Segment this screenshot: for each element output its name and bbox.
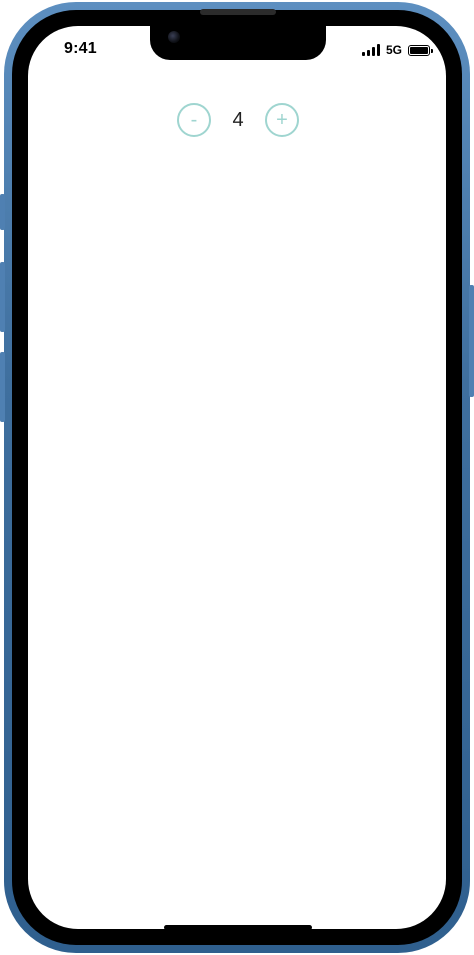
phone-frame [4,2,470,953]
increment-button[interactable]: + [265,103,299,137]
power-button [469,285,474,397]
status-time: 9:41 [64,40,97,57]
battery-icon [408,44,433,56]
silent-switch [0,194,5,230]
network-label: 5G [385,43,402,57]
decrement-button[interactable]: - [177,103,211,137]
phone-screen [28,26,446,929]
battery-fill [410,46,428,54]
quantity-stepper: - 4 + [177,101,299,139]
front-camera-icon [168,31,180,43]
volume-up-button [0,262,5,332]
volume-down-button [0,352,5,422]
home-indicator[interactable] [164,925,312,930]
status-indicators: 5G [361,40,433,60]
stepper-value: 4 [232,108,244,131]
phone-bezel [12,10,462,945]
earpiece-speaker [200,9,276,15]
signal-bars-icon [361,44,380,56]
